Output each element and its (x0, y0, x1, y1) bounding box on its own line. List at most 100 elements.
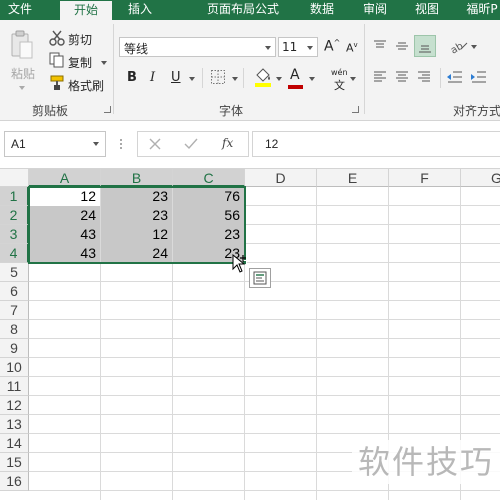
insert-function-button[interactable]: fx (222, 136, 233, 150)
decrease-font-size-button[interactable]: Av (346, 41, 358, 55)
tab-view[interactable]: 视图 (407, 0, 447, 20)
cell-a3[interactable]: 43 (30, 225, 100, 244)
orientation-icon[interactable]: ab (449, 37, 469, 55)
tab-formulas[interactable]: 公式 (248, 0, 286, 20)
cut-button[interactable]: 剪切 (68, 31, 92, 48)
ribbon-tab-bar: 文件 开始 插入 页面布局 公式 数据 审阅 视图 福昕P (0, 0, 500, 20)
ribbon-home: 粘贴 剪切 复制 格式刷 剪贴板 等线 11 A^ Av B I U A wén… (0, 20, 500, 121)
row-header[interactable]: 15 (0, 453, 29, 472)
decrease-indent-icon[interactable] (446, 69, 464, 85)
tab-home[interactable]: 开始 (60, 1, 112, 20)
row-header[interactable]: 1 (0, 187, 29, 206)
decrease-font-size-label: A (346, 41, 354, 55)
clipboard-group-label: 剪贴板 (32, 104, 69, 118)
group-separator (113, 24, 114, 114)
borders-icon[interactable] (210, 69, 226, 85)
cell-a2[interactable]: 24 (30, 206, 100, 225)
font-divider (243, 68, 244, 88)
copy-dropdown-icon[interactable] (101, 61, 107, 65)
font-color-dropdown-icon[interactable] (309, 77, 315, 81)
quick-analysis-button[interactable] (249, 268, 271, 288)
cell-b2[interactable]: 23 (101, 206, 172, 225)
column-header-g[interactable]: G (461, 169, 500, 187)
select-all-button[interactable] (0, 169, 29, 187)
paste-icon[interactable] (10, 30, 34, 60)
row-header[interactable]: 11 (0, 377, 29, 396)
row-header[interactable]: 4 (0, 244, 29, 263)
column-header-e[interactable]: E (317, 169, 389, 187)
column-header-a[interactable]: A (29, 169, 101, 187)
align-left-icon[interactable] (372, 69, 388, 85)
font-color-button[interactable]: A (290, 67, 300, 83)
row-header[interactable]: 3 (0, 225, 29, 244)
align-center-icon[interactable] (394, 69, 410, 85)
column-header-f[interactable]: F (389, 169, 461, 187)
fill-color-icon[interactable] (254, 66, 272, 88)
tab-data[interactable]: 数据 (302, 0, 342, 20)
name-box[interactable]: A1 (4, 131, 106, 157)
cancel-icon[interactable] (148, 137, 162, 151)
row-header[interactable]: 2 (0, 206, 29, 225)
name-box-dropdown-icon[interactable] (93, 142, 99, 146)
font-size-dropdown-icon[interactable] (307, 46, 313, 50)
format-painter-icon[interactable] (49, 75, 65, 91)
cell-a1[interactable]: 12 (30, 187, 100, 206)
cell-c3[interactable]: 23 (173, 225, 244, 244)
clipboard-launcher-icon[interactable] (104, 106, 111, 113)
font-color-bar (288, 85, 303, 89)
font-name-dropdown-icon[interactable] (265, 46, 271, 50)
orientation-dropdown-icon[interactable] (471, 45, 477, 49)
increase-indent-icon[interactable] (470, 69, 488, 85)
cell-c1[interactable]: 76 (173, 187, 244, 206)
row-header[interactable]: 10 (0, 358, 29, 377)
group-separator (364, 24, 365, 114)
watermark-text: 软件技巧 (352, 440, 500, 484)
column-header-d[interactable]: D (245, 169, 317, 187)
align-bottom-icon[interactable] (414, 35, 436, 57)
align-right-icon[interactable] (416, 69, 432, 85)
cell-b1[interactable]: 23 (101, 187, 172, 206)
column-header-c[interactable]: C (173, 169, 245, 187)
row-header[interactable]: 12 (0, 396, 29, 415)
paste-button[interactable]: 粘贴 (11, 65, 35, 82)
row-header[interactable]: 6 (0, 282, 29, 301)
font-size-select[interactable]: 11 (278, 37, 318, 57)
row-header[interactable]: 13 (0, 415, 29, 434)
row-header[interactable]: 5 (0, 263, 29, 282)
fill-color-dropdown-icon[interactable] (276, 77, 282, 81)
cell-a4[interactable]: 43 (30, 244, 100, 263)
borders-dropdown-icon[interactable] (232, 77, 238, 81)
tab-file[interactable]: 文件 (0, 0, 40, 20)
row-header[interactable]: 7 (0, 301, 29, 320)
cell-b3[interactable]: 12 (101, 225, 172, 244)
align-top-icon[interactable] (372, 38, 388, 54)
formula-input[interactable]: 12 (252, 131, 500, 157)
cut-icon[interactable] (49, 30, 65, 46)
row-header[interactable]: 14 (0, 434, 29, 453)
tab-review[interactable]: 审阅 (355, 0, 395, 20)
column-header-b[interactable]: B (101, 169, 173, 187)
formula-bar-splitter[interactable] (120, 139, 122, 149)
format-painter-button[interactable]: 格式刷 (68, 77, 104, 94)
copy-button[interactable]: 复制 (68, 54, 92, 71)
bold-button[interactable]: B (127, 70, 137, 85)
font-launcher-icon[interactable] (352, 106, 359, 113)
copy-icon[interactable] (49, 52, 65, 68)
row-header[interactable]: 8 (0, 320, 29, 339)
increase-font-size-button[interactable]: A^ (324, 38, 340, 55)
row-header[interactable]: 16 (0, 472, 29, 491)
cell-c2[interactable]: 56 (173, 206, 244, 225)
cell-b4[interactable]: 24 (101, 244, 172, 263)
enter-icon[interactable] (184, 137, 198, 151)
phonetic-dropdown-icon[interactable] (350, 77, 356, 81)
italic-button[interactable]: I (150, 70, 155, 85)
align-middle-icon[interactable] (394, 38, 410, 54)
tab-insert[interactable]: 插入 (121, 0, 159, 20)
tab-foxit[interactable]: 福昕P (458, 0, 500, 20)
underline-dropdown-icon[interactable] (189, 77, 195, 81)
font-name-select[interactable]: 等线 (119, 37, 276, 57)
underline-button[interactable]: U (171, 70, 181, 85)
paste-dropdown-icon[interactable] (19, 86, 25, 90)
row-header[interactable]: 9 (0, 339, 29, 358)
phonetic-guide-button[interactable]: wén (331, 68, 348, 77)
